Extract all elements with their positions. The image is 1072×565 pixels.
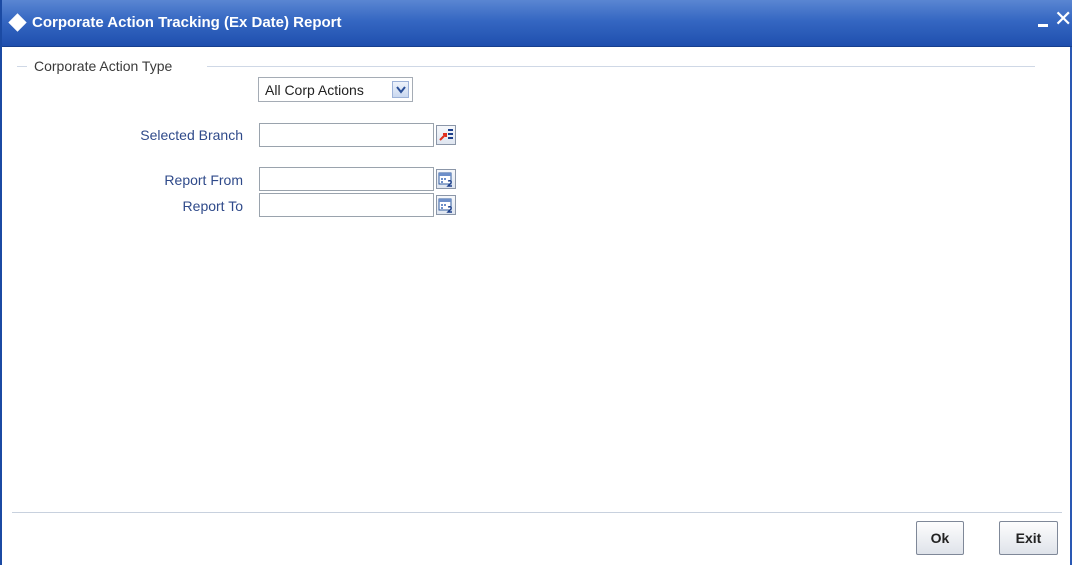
selected-branch-label: Selected Branch	[140, 127, 243, 143]
report-from-input[interactable]	[259, 167, 434, 191]
report-to-input[interactable]	[259, 193, 434, 217]
fieldset-divider	[207, 66, 1035, 67]
report-to-date-button[interactable]	[436, 195, 456, 215]
window-title: Corporate Action Tracking (Ex Date) Repo…	[32, 14, 342, 31]
minimize-button[interactable]	[1038, 11, 1050, 31]
selected-branch-input[interactable]	[259, 123, 434, 147]
branch-lookup-button[interactable]	[436, 125, 456, 145]
diamond-icon	[8, 13, 27, 32]
report-window: Corporate Action Tracking (Ex Date) Repo…	[0, 0, 1072, 565]
corp-action-type-value: All Corp Actions	[265, 82, 364, 98]
list-lookup-icon	[439, 129, 453, 141]
corp-action-type-select[interactable]: All Corp Actions	[258, 77, 413, 102]
section-legend: Corporate Action Type	[30, 58, 177, 74]
calendar-icon	[438, 172, 452, 187]
report-from-date-button[interactable]	[436, 169, 456, 189]
close-button[interactable]: ✕	[1054, 9, 1072, 31]
report-to-label: Report To	[182, 198, 243, 214]
minimize-icon	[1038, 24, 1048, 27]
fieldset-divider	[17, 66, 27, 67]
calendar-icon	[438, 198, 452, 213]
ok-button[interactable]: Ok	[916, 521, 964, 555]
report-from-label: Report From	[164, 172, 243, 188]
chevron-down-icon[interactable]	[392, 81, 409, 98]
footer-divider	[12, 512, 1062, 513]
title-bar[interactable]: Corporate Action Tracking (Ex Date) Repo…	[2, 0, 1072, 47]
exit-button[interactable]: Exit	[999, 521, 1058, 555]
